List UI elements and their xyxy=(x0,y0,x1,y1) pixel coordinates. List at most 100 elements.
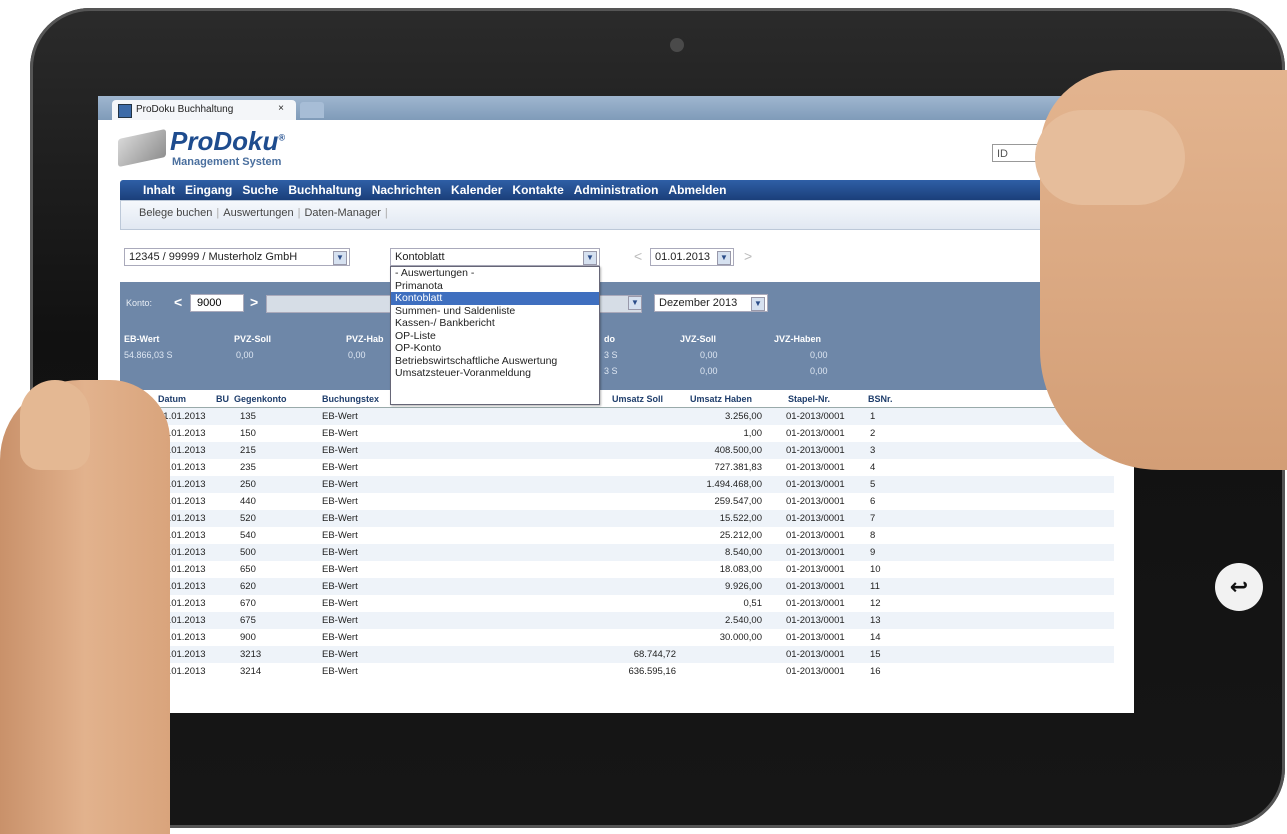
dropdown-option[interactable]: Summen- und Saldenliste xyxy=(391,305,599,318)
date-next-icon[interactable]: > xyxy=(744,248,752,264)
cell-buchungstext: EB-Wert xyxy=(322,598,358,609)
submenu-auswertungen[interactable]: Auswertungen xyxy=(219,201,297,219)
col-bu[interactable]: BU xyxy=(216,394,229,404)
cell-stapel: 01-2013/0001 xyxy=(786,615,845,626)
cell-buchungstext: EB-Wert xyxy=(322,581,358,592)
menu-suche[interactable]: Suche xyxy=(237,180,283,197)
table-row[interactable]: 01.01.2013 250 EB-Wert 1.494.468,00 01-2013/… xyxy=(120,476,1114,493)
col-datum[interactable]: Datum xyxy=(158,394,186,404)
submenu-daten-manager[interactable]: Daten-Manager xyxy=(300,201,384,219)
value-pvz-soll: 0,00 xyxy=(236,350,254,360)
table-row[interactable]: 01.01.2013 150 EB-Wert 1,00 01-2013/0001 2 xyxy=(120,425,1114,442)
header-pvz-haben: PVZ-Hab xyxy=(346,334,384,344)
dropdown-option[interactable]: Umsatzsteuer-Voranmeldung xyxy=(391,367,599,380)
cell-buchungstext: EB-Wert xyxy=(322,615,358,626)
cell-gegenkonto: 620 xyxy=(240,581,256,592)
header-saldo: do xyxy=(604,334,615,344)
cell-bsnr: 14 xyxy=(870,632,881,643)
col-umsatz-haben[interactable]: Umsatz Haben xyxy=(690,394,752,404)
menu-kalender[interactable]: Kalender xyxy=(446,180,507,197)
col-gegenkonto[interactable]: Gegenkonto xyxy=(234,394,287,404)
browser-tabbar: ProDoku Buchhaltung × xyxy=(98,96,1134,120)
menu-nachrichten[interactable]: Nachrichten xyxy=(367,180,446,197)
report-select[interactable]: Kontoblatt ▼ xyxy=(390,248,600,266)
table-row[interactable]: 01.01.2013 650 EB-Wert 18.083,00 01-2013/000… xyxy=(120,561,1114,578)
col-bsnr[interactable]: BSNr. xyxy=(868,394,893,404)
konto-prev-icon[interactable]: < xyxy=(174,294,182,310)
cell-umsatz-haben: 1.494.468,00 xyxy=(706,479,762,490)
cell-stapel: 01-2013/0001 xyxy=(786,530,845,541)
dropdown-option[interactable]: OP-Liste xyxy=(391,330,599,343)
cell-gegenkonto: 135 xyxy=(240,411,256,422)
logo-subtitle: Management System xyxy=(172,156,282,168)
chevron-down-icon: ▼ xyxy=(628,296,642,310)
table-row[interactable]: 01.01.2013 520 EB-Wert 15.522,00 01-2013/000… xyxy=(120,510,1114,527)
cell-buchungstext: EB-Wert xyxy=(322,666,358,677)
menu-administration[interactable]: Administration xyxy=(569,180,664,197)
value-jvz-haben: 0,00 xyxy=(810,350,828,360)
sub-menu: Belege buchen | Auswertungen | Daten-Manager… xyxy=(120,200,1114,230)
table-row[interactable]: 01.01.2013 3213 EB-Wert 68.744,72 01-2013/00… xyxy=(120,646,1114,663)
browser-tab[interactable]: ProDoku Buchhaltung × xyxy=(112,100,296,120)
month-select[interactable]: Dezember 2013 ▼ xyxy=(654,294,768,312)
dropdown-option[interactable]: Kassen-/ Bankbericht xyxy=(391,317,599,330)
table-row[interactable]: 01.01.2013 135 EB-Wert 3.256,00 01-2013/0001… xyxy=(120,408,1114,425)
konto-label: Konto: xyxy=(126,298,153,308)
dropdown-option[interactable]: OP-Konto xyxy=(391,342,599,355)
logo-name: ProDoku® xyxy=(170,126,285,157)
table-row[interactable]: 01.01.2013 235 EB-Wert 727.381,83 01-2013/00… xyxy=(120,459,1114,476)
screen: ProDoku Buchhaltung × ProDoku® Managemen… xyxy=(98,96,1134,713)
table-row[interactable]: 01.01.2013 500 EB-Wert 8.540,00 01-2013/0001… xyxy=(120,544,1114,561)
date-select-value: 01.01.2013 xyxy=(655,251,711,263)
table-row[interactable]: 01.01.2013 620 EB-Wert 9.926,00 01-2013/0001… xyxy=(120,578,1114,595)
client-select[interactable]: 12345 / 99999 / Musterholz GmbH ▼ xyxy=(124,248,350,266)
col-umsatz-soll[interactable]: Umsatz Soll xyxy=(612,394,663,404)
col-buchungstext[interactable]: Buchungstex xyxy=(322,394,379,404)
value-jvz-soll: 0,00 xyxy=(700,350,718,360)
table-row[interactable]: 01.01.2013 670 EB-Wert 0,51 01-2013/0001 12 xyxy=(120,595,1114,612)
table-row[interactable]: 01.01.2013 215 EB-Wert 408.500,00 01-2013/00… xyxy=(120,442,1114,459)
table-row[interactable]: 01.01.2013 540 EB-Wert 25.212,00 01-2013/000… xyxy=(120,527,1114,544)
menu-inhalt[interactable]: Inhalt xyxy=(138,180,180,197)
chevron-down-icon: ▼ xyxy=(717,251,731,265)
table-row[interactable]: 01.01.2013 675 EB-Wert 2.540,00 01-2013/0001… xyxy=(120,612,1114,629)
col-stapel[interactable]: Stapel-Nr. xyxy=(788,394,830,404)
tab-close-icon[interactable]: × xyxy=(278,103,284,114)
new-tab-button[interactable] xyxy=(300,102,324,118)
cell-umsatz-haben: 0,51 xyxy=(743,598,763,609)
cell-gegenkonto: 520 xyxy=(240,513,256,524)
table-row[interactable]: 01.01.2013 900 EB-Wert 30.000,00 01-2013/000… xyxy=(120,629,1114,646)
dropdown-option[interactable]: Betriebswirtschaftliche Auswertung xyxy=(391,355,599,368)
table-row[interactable]: 01.01.2013 3214 EB-Wert 636.595,16 01-2013/0… xyxy=(120,663,1114,680)
dropdown-option[interactable]: Kontoblatt xyxy=(391,292,599,305)
konto-dropdown[interactable]: ▼ xyxy=(626,294,642,312)
value-eb-wert: 54.866,03 S xyxy=(124,350,173,360)
cell-stapel: 01-2013/0001 xyxy=(786,479,845,490)
report-select-value: Kontoblatt xyxy=(395,251,445,263)
cell-umsatz-haben: 3.256,00 xyxy=(725,411,762,422)
menu-kontakte[interactable]: Kontakte xyxy=(507,180,568,197)
cell-stapel: 01-2013/0001 xyxy=(786,598,845,609)
menu-abmelden[interactable]: Abmelden xyxy=(663,180,731,197)
cell-bsnr: 16 xyxy=(870,666,881,677)
table-row[interactable]: 01.01.2013 440 EB-Wert 259.547,00 01-2013/00… xyxy=(120,493,1114,510)
cell-buchungstext: EB-Wert xyxy=(322,564,358,575)
cell-buchungstext: EB-Wert xyxy=(322,411,358,422)
cell-buchungstext: EB-Wert xyxy=(322,479,358,490)
cell-stapel: 01-2013/0001 xyxy=(786,428,845,439)
konto-next-icon[interactable]: > xyxy=(250,294,258,310)
cell-umsatz-haben: 30.000,00 xyxy=(719,632,762,643)
chevron-down-icon: ▼ xyxy=(333,251,347,265)
menu-eingang[interactable]: Eingang xyxy=(180,180,237,197)
cell-buchungstext: EB-Wert xyxy=(322,513,358,524)
date-select[interactable]: 01.01.2013 ▼ xyxy=(650,248,734,266)
konto-input[interactable]: 9000 xyxy=(190,294,244,312)
cell-gegenkonto: 215 xyxy=(240,445,256,456)
dropdown-option[interactable]: - Auswertungen - xyxy=(391,267,599,280)
menu-buchhaltung[interactable]: Buchhaltung xyxy=(283,180,366,197)
value-saldo: 3 S xyxy=(604,350,618,360)
submenu-belege-buchen[interactable]: Belege buchen xyxy=(135,201,216,219)
date-prev-icon[interactable]: < xyxy=(634,248,642,264)
dropdown-option[interactable]: Primanota xyxy=(391,280,599,293)
back-icon[interactable]: ↩ xyxy=(1215,563,1263,611)
